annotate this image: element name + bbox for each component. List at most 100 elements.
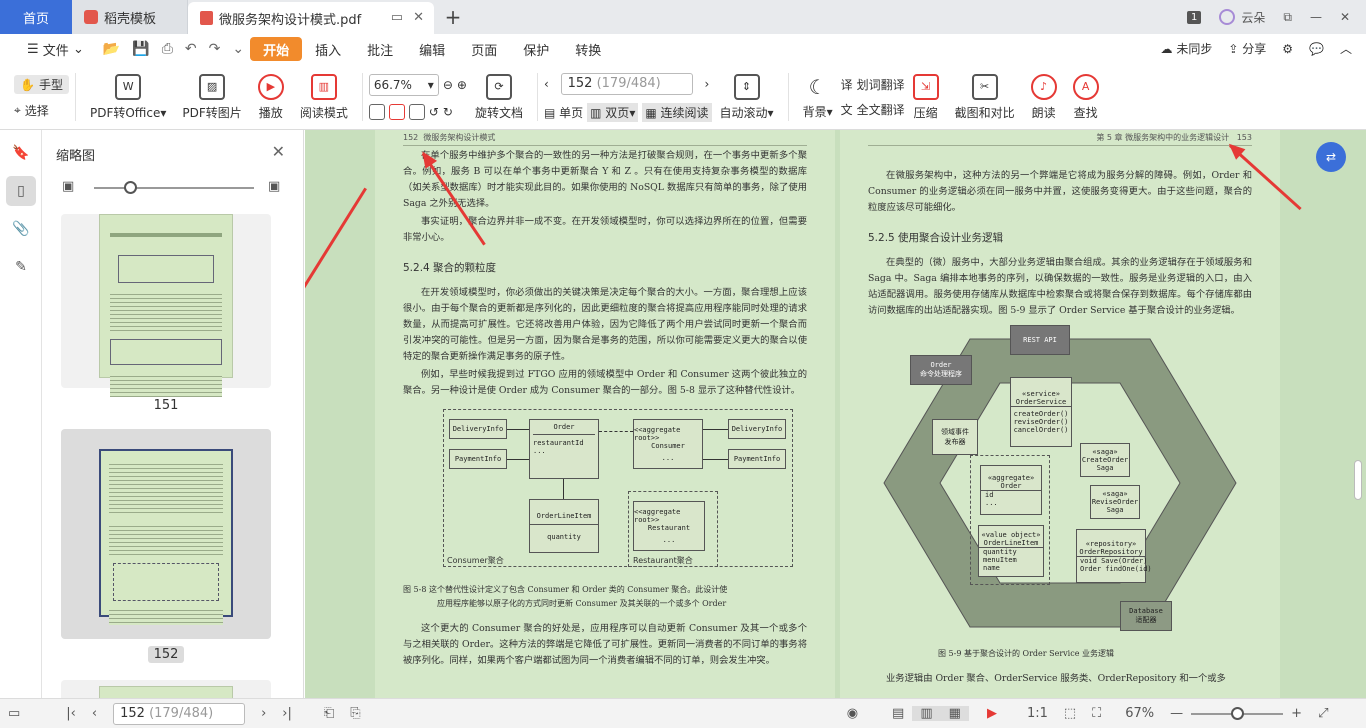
menu-page[interactable]: 页面 — [458, 37, 510, 61]
page-input[interactable]: 152 (179/484) — [560, 72, 693, 95]
comment-icon[interactable]: 💬 — [1309, 42, 1324, 56]
continuous-read-button[interactable]: ▦ 连续阅读 — [642, 102, 712, 122]
single-page-button[interactable]: ▤ 单页 — [544, 104, 583, 121]
settings-icon[interactable]: ⚙ — [1282, 42, 1293, 56]
background-button[interactable]: ☾ 背景▾ — [795, 67, 841, 127]
restaurant-aggregate-label: Restaurant聚合 — [633, 556, 693, 565]
tab-home[interactable]: 首页 — [0, 0, 72, 34]
document-scrollbar[interactable] — [1354, 460, 1362, 500]
menu-insert[interactable]: 插入 — [302, 37, 354, 61]
word-translate-button[interactable]: 译划词翻译 — [841, 76, 905, 93]
menu-protect[interactable]: 保护 — [510, 37, 562, 61]
next-page-icon[interactable]: › — [704, 77, 709, 91]
document-view: 152 微服务架构设计模式 在单个服务中维护多个聚合的一致性的另一种方法是打破聚… — [305, 130, 1366, 698]
sync-status[interactable]: ☁ 未同步 — [1161, 40, 1213, 57]
thumbnail-card-153[interactable] — [61, 680, 271, 698]
first-page-icon[interactable]: |‹ — [58, 706, 84, 721]
rotate-left-icon[interactable]: ↺ — [429, 105, 439, 119]
hand-tool[interactable]: ✋ 手型 — [14, 75, 69, 94]
forward-icon[interactable]: ⎘ — [342, 706, 368, 721]
play-button[interactable]: ▶ 播放 — [250, 67, 292, 127]
fit-width-icon[interactable] — [388, 104, 405, 120]
thumbnail-size-slider[interactable]: ▣ ▣ — [62, 178, 292, 198]
signature-icon[interactable]: ✎ — [6, 252, 36, 282]
pin-icon[interactable]: ▭ — [391, 10, 403, 25]
screenshot-button[interactable]: ✂ 截图和对比 — [947, 67, 1023, 127]
actual-size-icon[interactable]: 1:1 — [1019, 706, 1056, 721]
actual-size-icon[interactable] — [408, 104, 425, 120]
back-icon[interactable]: ⎗ — [316, 706, 342, 721]
rotate-right-icon[interactable]: ↻ — [443, 105, 453, 119]
payment-info-box: PaymentInfo — [449, 449, 507, 469]
close-tab-icon[interactable]: ✕ — [413, 10, 424, 25]
user-account[interactable]: 云朵 — [1219, 9, 1265, 26]
open-icon[interactable]: 📂 — [97, 41, 126, 57]
expand-icon[interactable]: ⤢ — [1310, 706, 1336, 721]
zoom-out-icon[interactable]: — — [1162, 706, 1191, 721]
pdf-to-image-icon: ▨ — [199, 73, 226, 100]
last-page-icon[interactable]: ›| — [274, 706, 300, 721]
translate-float-button[interactable]: ⇄ — [1316, 142, 1346, 172]
redo-icon[interactable]: ↷ — [203, 41, 227, 57]
fit-page-icon[interactable]: ⬚ — [1056, 706, 1084, 721]
auto-scroll-button[interactable]: ⇕ 自动滚动▾ — [712, 67, 782, 127]
save-icon[interactable]: 💾 — [126, 41, 155, 57]
collapse-icon[interactable]: ︿ — [1340, 40, 1352, 57]
tab-document[interactable]: 微服务架构设计模式.pdf ▭ ✕ — [188, 2, 434, 34]
menu-annotate[interactable]: 批注 — [354, 37, 406, 61]
thumbnail-icon[interactable]: ▯ — [6, 176, 36, 206]
minimize-icon[interactable]: — — [1310, 10, 1322, 24]
fit-page-icon[interactable] — [368, 104, 385, 120]
read-aloud-button[interactable]: ♪ 朗读 — [1023, 67, 1065, 127]
menu-convert[interactable]: 转换 — [562, 37, 614, 61]
full-translate-button[interactable]: 文全文翻译 — [841, 101, 905, 118]
zoom-out-icon[interactable]: ⊖ — [443, 78, 453, 92]
zoom-percent[interactable]: 67% — [1117, 706, 1162, 721]
double-view-icon[interactable]: ▥ — [912, 706, 941, 721]
status-page-input[interactable]: 152 (179/484) — [113, 702, 246, 725]
fullscreen-icon[interactable]: ⛶ — [1084, 706, 1109, 721]
more-icon[interactable]: ⌄ — [226, 41, 250, 57]
attachment-icon[interactable]: 📎 — [6, 214, 36, 244]
slider-knob[interactable] — [124, 181, 137, 194]
window-close-icon[interactable]: ✕ — [1340, 10, 1350, 24]
rotate-doc-button[interactable]: ⟳ 旋转文档 — [467, 67, 531, 127]
select-tool[interactable]: ⌖ 选择 — [14, 102, 69, 119]
next-page-icon[interactable]: › — [253, 706, 274, 721]
prev-page-icon[interactable]: ‹ — [544, 77, 549, 91]
new-tab-button[interactable]: + — [434, 0, 472, 34]
print-icon[interactable]: ⎙ — [156, 41, 179, 57]
bookmark-icon[interactable]: 🔖 — [6, 138, 36, 168]
menu-start[interactable]: 开始 — [250, 37, 303, 61]
pdf-to-office-button[interactable]: W PDF转Office▾ — [82, 67, 174, 127]
undo-icon[interactable]: ↶ — [179, 41, 203, 57]
find-button[interactable]: A 查找 — [1065, 67, 1107, 127]
close-pane-icon[interactable]: ✕ — [272, 142, 285, 161]
zoom-select[interactable]: 66.7% ▾ — [368, 74, 439, 96]
thumbnail-card-151[interactable] — [61, 214, 271, 397]
double-page-button[interactable]: ▥ 双页▾ — [587, 102, 639, 122]
zoom-slider[interactable] — [1191, 706, 1284, 721]
play-icon[interactable]: ▶ — [979, 706, 1005, 721]
eye-protect-icon[interactable]: ◉ — [839, 706, 866, 721]
find-icon: A — [1072, 73, 1099, 100]
zoom-slider-knob[interactable] — [1231, 706, 1245, 720]
prev-page-icon[interactable]: ‹ — [84, 706, 105, 721]
continuous-view-icon[interactable]: ▦ — [940, 706, 969, 721]
zoom-in-icon[interactable]: ⊕ — [457, 78, 467, 92]
tab-template[interactable]: 稻壳模板 — [72, 0, 188, 34]
share-button[interactable]: ⇪ 分享 — [1228, 40, 1266, 57]
thumbnail-card-152[interactable] — [61, 429, 271, 639]
zoom-in-icon[interactable]: + — [1283, 706, 1310, 721]
menu-edit[interactable]: 编辑 — [406, 37, 458, 61]
restore-icon[interactable]: ⧉ — [1283, 10, 1292, 25]
thumbnail-label-152: 152 — [61, 646, 271, 663]
file-menu[interactable]: ☰ 文件 ⌄ — [14, 37, 97, 61]
sidebar-toggle-icon[interactable]: ▭ — [0, 706, 28, 721]
read-mode-button[interactable]: ▥ 阅读模式 — [292, 67, 356, 127]
pdf-to-image-button[interactable]: ▨ PDF转图片 — [174, 67, 249, 127]
page-header-title: 微服务架构设计模式 — [423, 133, 496, 142]
compress-button[interactable]: ⇲ 压缩 — [905, 67, 947, 127]
single-view-icon[interactable]: ▤ — [884, 706, 912, 721]
window-count-badge[interactable]: 1 — [1186, 10, 1202, 24]
